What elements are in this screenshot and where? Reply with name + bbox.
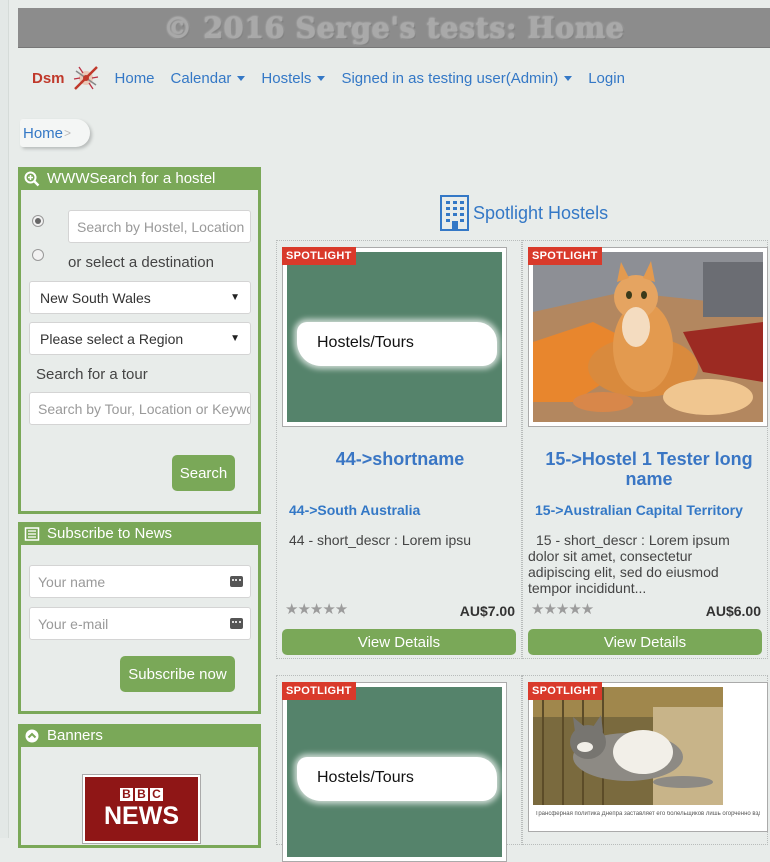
image-caption: Hostels/Tours xyxy=(317,769,414,786)
nav-hostels[interactable]: Hostels xyxy=(261,69,326,87)
chevron-up-circle-icon xyxy=(24,728,40,744)
email-field-placeholder: Your e-mail xyxy=(38,615,109,632)
tour-label: Search for a tour xyxy=(36,366,148,383)
placeholder-image: Hostels/Tours xyxy=(287,252,502,422)
region-select-value: Please select a Region xyxy=(40,330,184,347)
panel-title: Banners xyxy=(47,727,103,744)
hostel-card: SPOTLIGHT 15->Hostel 1 Tester long name … xyxy=(522,240,768,659)
cat-photo: Трансферная политика Днепра заставляет е… xyxy=(533,687,763,827)
navbar: Dsm Home Calendar Hostels Signed in as t… xyxy=(18,58,770,98)
cat-photo xyxy=(533,252,763,422)
brand[interactable]: Dsm xyxy=(32,63,101,93)
hostel-image[interactable]: Hostels/Tours xyxy=(282,682,507,862)
email-field[interactable]: Your e-mail xyxy=(29,607,251,640)
hostel-description: 44 - short_descr : Lorem ipsu xyxy=(289,532,472,548)
image-caption-small: Трансферная политика Днепра заставляет е… xyxy=(535,811,760,817)
site-title-bar: © 2016 Serge's tests: Home xyxy=(18,8,770,48)
or-select-label: or select a destination xyxy=(68,254,214,271)
bbc-news-banner[interactable]: B B C NEWS xyxy=(82,774,201,844)
region-select[interactable]: Please select a Region ▼ xyxy=(29,322,251,355)
view-details-button[interactable]: View Details xyxy=(282,629,516,655)
banners-panel: Banners B B C NEWS xyxy=(18,724,261,848)
hostel-price: AU$6.00 xyxy=(705,603,761,619)
tour-search-input[interactable]: Search by Tour, Location or Keyword xyxy=(29,392,251,425)
spotlight-title: Spotlight Hostels xyxy=(473,202,609,223)
hostel-image[interactable] xyxy=(528,247,768,427)
bbc-letter: C xyxy=(150,788,163,801)
hostel-name-link[interactable]: 44->shortname xyxy=(277,449,523,469)
site-title: © 2016 Serge's tests: Home xyxy=(163,10,625,45)
newspaper-icon xyxy=(24,526,40,542)
panel-header: WWWSearch for a hostel xyxy=(18,167,261,190)
name-field[interactable]: Your name xyxy=(29,565,251,598)
panel-header: Banners xyxy=(18,724,261,747)
rating-stars: ★★★★★ xyxy=(285,601,348,618)
spotlight-ribbon: SPOTLIGHT xyxy=(528,682,602,700)
bbc-letter: B xyxy=(135,788,148,801)
panel-title: WWWSearch for a hostel xyxy=(47,170,216,187)
spotlight-ribbon: SPOTLIGHT xyxy=(282,247,356,265)
page-left-edge xyxy=(0,0,9,838)
spotlight-ribbon: SPOTLIGHT xyxy=(282,682,356,700)
spotlight-heading: Spotlight Hostels xyxy=(436,195,608,231)
panel-title: Subscribe to News xyxy=(47,525,173,542)
search-button[interactable]: Search xyxy=(172,455,235,491)
hostel-region-link[interactable]: 15->Australian Capital Territory xyxy=(535,502,743,518)
keyboard-icon xyxy=(230,575,243,587)
nav-calendar[interactable]: Calendar xyxy=(171,70,246,87)
nav-home[interactable]: Home xyxy=(115,70,155,87)
dropdown-arrow-icon: ▼ xyxy=(230,333,240,344)
spotlight-ribbon: SPOTLIGHT xyxy=(528,247,602,265)
nav-user-menu[interactable]: Signed in as testing user(Admin) xyxy=(341,69,573,87)
subscribe-button[interactable]: Subscribe now xyxy=(120,656,235,692)
zoom-in-icon xyxy=(24,171,40,187)
bbc-letter: B xyxy=(120,788,133,801)
hostel-image[interactable]: Трансферная политика Днепра заставляет е… xyxy=(528,682,768,832)
nav-user-label: Signed in as testing user(Admin) xyxy=(341,69,559,87)
rating-stars: ★★★★★ xyxy=(531,601,594,618)
caret-down-icon xyxy=(237,75,246,81)
hostel-search-panel: WWWSearch for a hostel Search by Hostel,… xyxy=(18,167,261,514)
image-caption: Hostels/Tours xyxy=(317,334,414,351)
subscribe-panel: Subscribe to News Your name Your e-mail … xyxy=(18,522,261,714)
hostel-image[interactable]: Hostels/Tours xyxy=(282,247,507,427)
building-icon xyxy=(440,195,469,231)
placeholder-image: Hostels/Tours xyxy=(287,687,502,857)
nav-login[interactable]: Login xyxy=(588,70,625,87)
hostel-name-link[interactable]: 15->Hostel 1 Tester long name xyxy=(531,449,767,489)
brand-text[interactable]: Dsm xyxy=(32,70,65,87)
nav-login-label: Login xyxy=(588,69,625,87)
dropdown-arrow-icon: ▼ xyxy=(230,292,240,303)
radio-select-destination[interactable] xyxy=(32,249,44,261)
bbc-news-logo: B B C NEWS xyxy=(85,777,198,841)
nav-calendar-label: Calendar xyxy=(170,69,232,87)
caret-down-icon xyxy=(317,75,326,81)
name-field-placeholder: Your name xyxy=(38,573,106,590)
bbc-news-text: NEWS xyxy=(104,802,179,830)
panel-header: Subscribe to News xyxy=(18,522,261,545)
breadcrumb: Home > xyxy=(20,119,90,147)
breadcrumb-home[interactable]: Home xyxy=(23,125,63,142)
nav-home-label: Home xyxy=(114,69,155,87)
nav-hostels-label: Hostels xyxy=(261,69,312,87)
hostel-region-link[interactable]: 44->South Australia xyxy=(289,502,420,518)
radio-search-by-name[interactable] xyxy=(32,215,44,227)
hostel-card: Трансферная политика Днепра заставляет е… xyxy=(522,675,768,845)
view-details-button[interactable]: View Details xyxy=(528,629,762,655)
caret-down-icon xyxy=(564,75,573,81)
brand-logo-icon[interactable] xyxy=(71,63,101,93)
hostel-card: Hostels/Tours SPOTLIGHT 44->shortname 44… xyxy=(276,240,522,659)
hostel-card: Hostels/Tours SPOTLIGHT xyxy=(276,675,522,862)
keyboard-icon xyxy=(230,617,243,629)
state-select[interactable]: New South Wales ▼ xyxy=(29,281,251,314)
hostel-price: AU$7.00 xyxy=(459,603,515,619)
breadcrumb-separator: > xyxy=(64,126,72,140)
hostel-description: 15 - short_descr : Lorem ipsum dolor sit… xyxy=(528,532,730,596)
state-select-value: New South Wales xyxy=(40,289,151,306)
hostel-search-input[interactable]: Search by Hostel, Location xyxy=(68,210,251,243)
